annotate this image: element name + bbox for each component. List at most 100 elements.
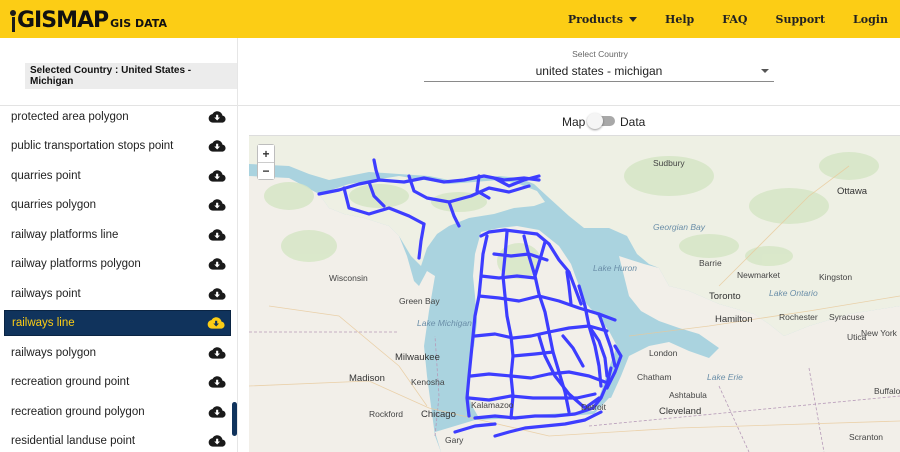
map-place-label: Kalamazoo <box>471 400 514 410</box>
main-nav: Products Help FAQ Support Login <box>540 0 888 38</box>
selected-country-badge: Selected Country : United States - Michi… <box>25 63 237 89</box>
layer-list-item[interactable]: railways point <box>4 281 231 307</box>
selected-country-panel: Selected Country : United States - Michi… <box>0 38 238 106</box>
toggle-map-label: Map <box>562 115 586 129</box>
country-select-value: united states - michigan <box>535 64 663 78</box>
layer-list-item[interactable]: railways polygon <box>4 340 231 366</box>
layer-list-item[interactable]: residential landuse point <box>4 428 231 452</box>
map-place-label: Rockford <box>369 409 404 419</box>
map-place-label: Syracuse <box>829 312 865 322</box>
map-place-label: Madison <box>349 373 385 384</box>
map-data-toggle[interactable] <box>587 113 615 129</box>
cloud-download-icon[interactable] <box>208 198 226 212</box>
cloud-download-icon[interactable] <box>208 375 226 389</box>
logo-subtext: GIS DATA <box>110 17 167 30</box>
map-place-label: Newmarket <box>737 270 780 280</box>
nav-faq-label: FAQ <box>722 12 748 26</box>
map-pin-icon <box>10 10 16 32</box>
layer-item-label: railway platforms line <box>11 229 119 241</box>
layer-item-label: residential landuse point <box>11 435 136 447</box>
select-country-label: Select Country <box>572 49 628 59</box>
cloud-download-icon[interactable] <box>208 169 226 183</box>
cloud-download-icon[interactable] <box>208 434 226 448</box>
map-place-label: Detroit <box>581 402 607 412</box>
nav-login[interactable]: Login <box>853 13 888 26</box>
layer-item-label: public transportation stops point <box>11 140 174 152</box>
map-place-label: Ashtabula <box>669 390 707 400</box>
layer-list-item[interactable]: railway platforms line <box>4 222 231 248</box>
nav-help-label: Help <box>664 12 695 26</box>
caret-down-icon <box>628 16 637 22</box>
logo-text: GISMAP <box>17 8 109 33</box>
map-place-label: Cleveland <box>659 406 702 417</box>
map-place-label: New York <box>861 328 897 338</box>
map-place-label: Scranton <box>849 432 884 442</box>
scrollbar-thumb[interactable] <box>232 402 237 436</box>
map-place-label: Milwaukee <box>395 352 440 363</box>
map-place-label: Lake Erie <box>707 372 743 382</box>
map-place-label: Rochester <box>779 312 818 322</box>
cloud-download-icon[interactable] <box>208 110 226 124</box>
map-place-label: Buffalo <box>874 386 900 396</box>
map-place-label: Lake Ontario <box>769 288 818 298</box>
layer-item-label: recreation ground polygon <box>11 406 145 418</box>
cloud-download-icon[interactable] <box>208 257 226 271</box>
map-place-label: Green Bay <box>399 296 440 306</box>
toggle-data-label: Data <box>620 115 646 129</box>
map-panel: Map Data + − Sudbury Ottawa Georgian Bay… <box>249 106 900 452</box>
map-place-label: Barrie <box>699 258 722 268</box>
map-place-label: Kingston <box>819 272 853 282</box>
gismap-logo[interactable]: GISMAP GIS DATA <box>10 6 167 32</box>
cloud-download-icon[interactable] <box>208 287 226 301</box>
map-place-label: Georgian Bay <box>653 222 705 232</box>
zoom-in-button[interactable]: + <box>258 145 274 162</box>
layer-list-item[interactable]: public transportation stops point <box>4 133 231 159</box>
country-select[interactable]: united states - michigan <box>424 60 774 82</box>
toggle-knob[interactable] <box>587 113 603 129</box>
nav-support[interactable]: Support <box>776 13 826 26</box>
layer-list-item[interactable]: quarries point <box>4 163 231 189</box>
cloud-download-icon[interactable] <box>207 316 225 330</box>
layer-list-item[interactable]: quarries polygon <box>4 192 231 218</box>
cloud-download-icon[interactable] <box>208 228 226 242</box>
layer-item-label: recreation ground point <box>11 376 130 388</box>
nav-help[interactable]: Help <box>665 13 694 26</box>
nav-products-label: Products <box>567 12 623 26</box>
railway-line-segment <box>479 274 537 280</box>
layer-item-label: quarries point <box>11 170 81 182</box>
layer-item-label: railway platforms polygon <box>11 258 141 270</box>
layer-item-label: railways polygon <box>11 347 97 359</box>
cloud-download-icon[interactable] <box>208 346 226 360</box>
layer-item-label: protected area polygon <box>11 111 129 123</box>
map-canvas[interactable]: + − Sudbury Ottawa Georgian Bay Lake Huron B… <box>249 136 900 452</box>
cloud-download-icon[interactable] <box>208 405 226 419</box>
dropdown-arrow-icon <box>761 69 769 73</box>
layer-list[interactable]: protected area polygon public transportat… <box>0 106 238 452</box>
layer-item-label: railways point <box>11 288 81 300</box>
layer-list-item[interactable]: recreation ground point <box>4 369 231 395</box>
layer-list-item[interactable]: railways line <box>4 310 231 336</box>
view-toggle-bar: Map Data <box>249 106 900 136</box>
map-place-label: Toronto <box>709 291 741 302</box>
nav-products[interactable]: Products <box>568 13 637 26</box>
layer-item-label: quarries polygon <box>11 199 97 211</box>
scrollbar-track[interactable] <box>231 106 237 452</box>
zoom-control: + − <box>257 144 275 180</box>
map-place-label: Wisconsin <box>329 273 368 283</box>
layer-list-item[interactable]: recreation ground polygon <box>4 399 231 425</box>
nav-faq[interactable]: FAQ <box>722 13 747 26</box>
map-place-label: Kenosha <box>411 377 445 387</box>
map-place-label: Chicago <box>421 409 456 420</box>
nav-login-label: Login <box>853 12 888 26</box>
map-place-label: Gary <box>445 435 464 445</box>
cloud-download-icon[interactable] <box>208 139 226 153</box>
map-place-label: London <box>649 348 678 358</box>
layer-list-item[interactable]: railway platforms polygon <box>4 251 231 277</box>
map-place-label: Sudbury <box>653 158 685 168</box>
map-place-label: Ottawa <box>837 186 868 197</box>
map-place-label: Chatham <box>637 372 672 382</box>
layer-list-item[interactable]: protected area polygon <box>4 106 231 130</box>
map-place-label: Lake Michigan <box>417 318 472 328</box>
map-place-label: Lake Huron <box>593 263 637 273</box>
zoom-out-button[interactable]: − <box>258 162 274 179</box>
